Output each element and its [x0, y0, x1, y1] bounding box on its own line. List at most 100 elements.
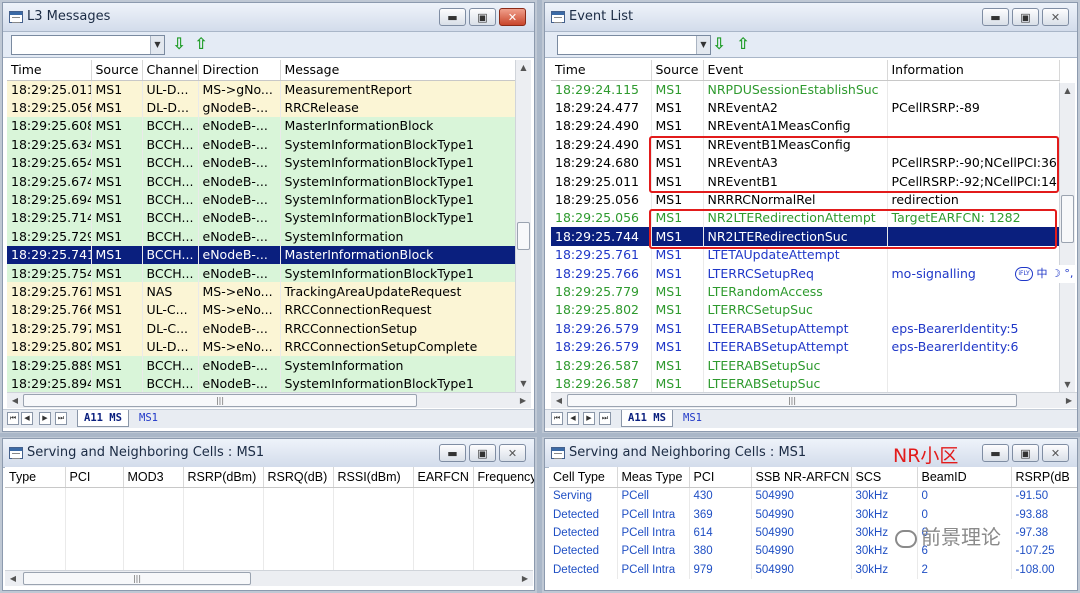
scroll-thumb[interactable]: [517, 222, 530, 250]
tab-ms1[interactable]: MS1: [133, 410, 164, 427]
l3-message-row[interactable]: 18:29:25.889 MS1 BCCH... eNodeB-... SystemIn…: [7, 355, 516, 375]
col-meas-type[interactable]: Meas Type: [617, 467, 690, 488]
hscroll-thumb[interactable]: |||: [23, 572, 251, 585]
l3-message-row[interactable]: 18:29:25.741 MS1 BCCH... eNodeB-... MasterIn…: [7, 245, 516, 264]
arrow-up-icon[interactable]: ⇧: [735, 35, 751, 53]
col-pci[interactable]: PCI: [689, 467, 752, 488]
ime-lang[interactable]: 中: [1037, 267, 1048, 280]
l3-message-row[interactable]: 18:29:25.729 MS1 BCCH... eNodeB-... SystemIn…: [7, 227, 516, 246]
l3-message-row[interactable]: 18:29:25.634 MS1 BCCH... eNodeB-... SystemIn…: [7, 135, 516, 154]
col-time[interactable]: Time: [7, 60, 92, 81]
event-row[interactable]: 18:29:25.779 MS1 LTERandomAccess: [551, 282, 1060, 301]
first-tab-icon[interactable]: ⏮: [551, 412, 563, 425]
chevron-down-icon[interactable]: ▼: [150, 36, 164, 54]
l3-message-row[interactable]: 18:29:25.056 MS1 DL-D... gNodeB-... RRCRelea…: [7, 98, 516, 117]
col-source[interactable]: Source: [91, 60, 143, 81]
scroll-right-icon[interactable]: ▶: [1061, 393, 1077, 408]
last-tab-icon[interactable]: ⏭: [599, 412, 611, 425]
l3-hscroll[interactable]: ◀ ||| ▶: [7, 392, 531, 408]
close-button[interactable]: ✕: [499, 444, 526, 462]
l3-filter-combo[interactable]: ▼: [11, 35, 165, 55]
chevron-down-icon[interactable]: ▼: [696, 36, 710, 54]
col-time[interactable]: Time: [551, 60, 652, 81]
event-row[interactable]: 18:29:25.011 MS1 NREventB1 PCellRSRP:-92;NC…: [551, 171, 1060, 191]
close-button[interactable]: ✕: [1042, 8, 1069, 26]
l3-message-row[interactable]: 18:29:25.714 MS1 BCCH... eNodeB-... SystemIn…: [7, 208, 516, 228]
event-row[interactable]: 18:29:24.490 MS1 NREventA1MeasConfig: [551, 116, 1060, 136]
first-tab-icon[interactable]: ⏮: [7, 412, 19, 425]
scroll-down-icon[interactable]: ▼: [516, 376, 531, 392]
prev-tab-icon[interactable]: ◀: [567, 412, 579, 425]
col-mod3[interactable]: MOD3: [123, 467, 184, 488]
l3-message-row[interactable]: 18:29:25.654 MS1 BCCH... eNodeB-... SystemIn…: [7, 153, 516, 172]
col-event[interactable]: Event: [703, 60, 888, 81]
arrow-down-icon[interactable]: ⇩: [171, 35, 187, 53]
col-source[interactable]: Source: [651, 60, 704, 81]
col-ssb-arfcn[interactable]: SSB NR-ARFCN: [751, 467, 852, 488]
event-row[interactable]: 18:29:25.766 MS1 LTERRCSetupReq mo-signalli…: [551, 263, 1060, 283]
col-rsrq[interactable]: RSRQ(dB): [263, 467, 334, 488]
col-information[interactable]: Information: [887, 60, 1060, 81]
col-frequency[interactable]: Frequency: [473, 467, 534, 488]
close-button[interactable]: ✕: [499, 8, 526, 26]
l3-message-row[interactable]: 18:29:25.754 MS1 BCCH... eNodeB-... SystemIn…: [7, 263, 516, 283]
maximize-button[interactable]: ▣: [1012, 444, 1039, 462]
event-row[interactable]: 18:29:25.744 MS1 NR2LTERedirectionSuc: [551, 227, 1060, 246]
event-row[interactable]: 18:29:25.761 MS1 LTETAUpdateAttempt: [551, 245, 1060, 264]
l3-message-row[interactable]: 18:29:25.608 MS1 BCCH... eNodeB-... MasterIn…: [7, 116, 516, 136]
event-vscroll[interactable]: ▲ ▼: [1059, 83, 1075, 393]
horizontal-splitter[interactable]: [0, 433, 1080, 437]
nr-cell-row[interactable]: Detected PCell Intra 979 504990 30kHz 2 -108.0…: [549, 560, 1077, 579]
tab-ms1[interactable]: MS1: [677, 410, 708, 427]
col-channel[interactable]: Channel: [142, 60, 199, 81]
close-button[interactable]: ✕: [1042, 444, 1069, 462]
col-direction[interactable]: Direction: [198, 60, 281, 81]
col-earfcn[interactable]: EARFCN: [413, 467, 474, 488]
col-rsrp[interactable]: RSRP(dBm): [183, 467, 264, 488]
event-row[interactable]: 18:29:24.490 MS1 NREventB1MeasConfig: [551, 135, 1060, 154]
l3-message-row[interactable]: 18:29:25.761 MS1 NAS MS->eNo... TrackingArea…: [7, 282, 516, 301]
scroll-up-icon[interactable]: ▲: [516, 60, 531, 76]
event-row[interactable]: 18:29:26.579 MS1 LTEERABSetupAttempt eps-Be…: [551, 337, 1060, 356]
scroll-thumb[interactable]: [1061, 195, 1074, 243]
prev-tab-icon[interactable]: ◀: [21, 412, 33, 425]
maximize-button[interactable]: ▣: [469, 8, 496, 26]
scroll-up-icon[interactable]: ▲: [1060, 83, 1075, 99]
col-message[interactable]: Message: [280, 60, 516, 81]
col-pci[interactable]: PCI: [65, 467, 124, 488]
event-row[interactable]: 18:29:24.680 MS1 NREventA3 PCellRSRP:-90;NC…: [551, 153, 1060, 172]
event-row[interactable]: 18:29:25.056 MS1 NR2LTERedirectionAttempt T…: [551, 208, 1060, 228]
next-tab-icon[interactable]: ▶: [39, 412, 51, 425]
scroll-right-icon[interactable]: ▶: [517, 571, 533, 586]
event-row[interactable]: 18:29:26.579 MS1 LTEERABSetupAttempt eps-Be…: [551, 319, 1060, 338]
l3-message-row[interactable]: 18:29:25.674 MS1 BCCH... eNodeB-... SystemIn…: [7, 171, 516, 191]
col-beam-id[interactable]: BeamID: [917, 467, 1012, 488]
scroll-left-icon[interactable]: ◀: [7, 393, 23, 408]
tab-all-ms[interactable]: A11 MS: [77, 410, 129, 427]
maximize-button[interactable]: ▣: [469, 444, 496, 462]
nr-cell-row[interactable]: Serving PCell 430 504990 30kHz 0 -91.50: [549, 487, 1077, 506]
minimize-button[interactable]: ▬: [439, 444, 466, 462]
hscroll-thumb[interactable]: |||: [23, 394, 417, 407]
event-row[interactable]: 18:29:25.056 MS1 NRRRCNormalRel redirection: [551, 190, 1060, 209]
event-row[interactable]: 18:29:24.115 MS1 NRPDUSessionEstablishSuc: [551, 80, 1060, 99]
l3-message-row[interactable]: 18:29:25.797 MS1 DL-C... eNodeB-... RRCConne…: [7, 319, 516, 338]
last-tab-icon[interactable]: ⏭: [55, 412, 67, 425]
event-row[interactable]: 18:29:26.587 MS1 LTEERABSetupSuc: [551, 355, 1060, 375]
event-filter-combo[interactable]: ▼: [557, 35, 711, 55]
col-scs[interactable]: SCS: [851, 467, 918, 488]
l3-message-row[interactable]: 18:29:25.802 MS1 UL-D... MS->eNo... RRCConne…: [7, 337, 516, 356]
minimize-button[interactable]: ▬: [439, 8, 466, 26]
event-row[interactable]: 18:29:24.477 MS1 NREventA2 PCellRSRP:-89: [551, 98, 1060, 117]
scroll-left-icon[interactable]: ◀: [551, 393, 567, 408]
col-rsrp[interactable]: RSRP(dB: [1011, 467, 1077, 488]
scroll-left-icon[interactable]: ◀: [5, 571, 21, 586]
tab-all-ms[interactable]: A11 MS: [621, 410, 673, 427]
l3-message-row[interactable]: 18:29:25.894 MS1 BCCH... eNodeB-... SystemIn…: [7, 374, 516, 393]
l3-vscroll[interactable]: ▲ ▼: [515, 60, 531, 392]
col-type[interactable]: Type: [5, 467, 66, 488]
event-row[interactable]: 18:29:25.802 MS1 LTERRCSetupSuc: [551, 300, 1060, 320]
event-row[interactable]: 18:29:26.587 MS1 LTEERABSetupSuc: [551, 374, 1060, 393]
maximize-button[interactable]: ▣: [1012, 8, 1039, 26]
l3-message-row[interactable]: 18:29:25.011 MS1 UL-D... MS->gNo... Measurem…: [7, 80, 516, 99]
